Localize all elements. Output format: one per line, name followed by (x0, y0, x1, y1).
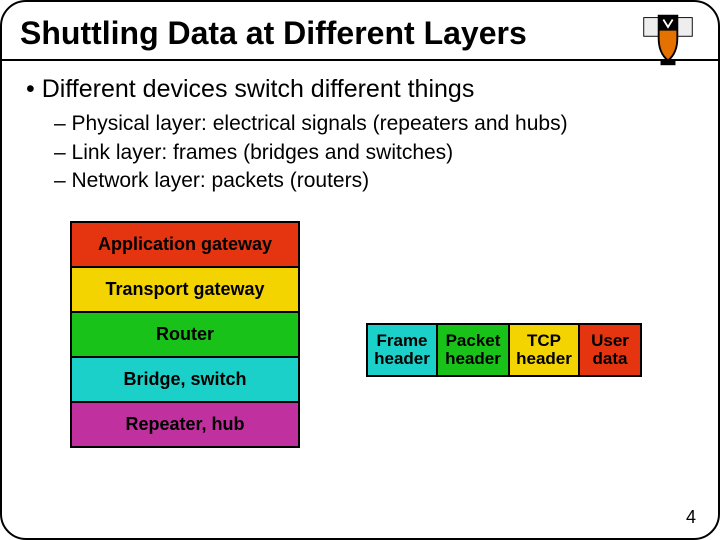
seg-label: data (586, 350, 634, 369)
seg-label: header (516, 350, 572, 369)
stack-row-transport: Transport gateway (72, 268, 298, 313)
packet-diagram: Frame header Packet header TCP header Us… (366, 323, 642, 377)
seg-label: header (374, 350, 430, 369)
bullet-main: • Different devices switch different thi… (26, 75, 694, 104)
seg-packet-header: Packet header (438, 325, 510, 375)
sub-bullet: – Physical layer: electrical signals (re… (54, 110, 694, 138)
princeton-shield-icon (640, 12, 696, 68)
seg-label: Frame (374, 332, 430, 351)
seg-label: header (444, 350, 502, 369)
seg-frame-header: Frame header (368, 325, 438, 375)
stack-row-bridge: Bridge, switch (72, 358, 298, 403)
stack-row-repeater: Repeater, hub (72, 403, 298, 446)
layer-stack: Application gateway Transport gateway Ro… (70, 221, 300, 448)
title-row: Shuttling Data at Different Layers (2, 2, 718, 57)
seg-tcp-header: TCP header (510, 325, 580, 375)
diagram-area: Application gateway Transport gateway Ro… (26, 221, 694, 481)
seg-user-data: User data (580, 325, 640, 375)
stack-row-router: Router (72, 313, 298, 358)
sub-bullet: – Link layer: frames (bridges and switch… (54, 139, 694, 167)
page-number: 4 (686, 507, 696, 528)
sub-bullet: – Network layer: packets (routers) (54, 167, 694, 195)
slide-body: • Different devices switch different thi… (2, 61, 718, 481)
stack-row-application: Application gateway (72, 223, 298, 268)
seg-label: TCP (516, 332, 572, 351)
seg-label: User (586, 332, 634, 351)
slide-title: Shuttling Data at Different Layers (20, 16, 527, 51)
seg-label: Packet (444, 332, 502, 351)
slide-frame: Shuttling Data at Different Layers • Dif… (0, 0, 720, 540)
